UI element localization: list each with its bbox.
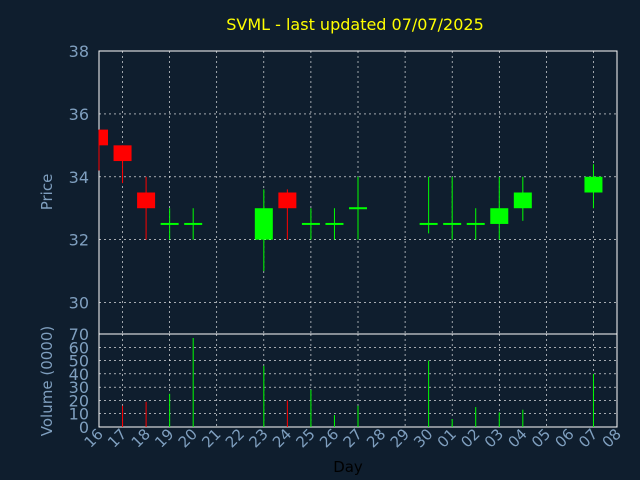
- x-tick-label: 18: [128, 425, 154, 451]
- chart-root: { "chart_data": { "type": "candlestick",…: [0, 0, 640, 480]
- x-tick-label: 05: [528, 425, 554, 451]
- price-tick-label: 30: [69, 294, 89, 313]
- candle: [184, 208, 203, 240]
- candle: [490, 176, 509, 240]
- candle-body: [490, 208, 509, 224]
- x-tick-label: 02: [457, 425, 483, 451]
- price-tick-label: 34: [69, 168, 89, 187]
- x-tick-label: 17: [104, 425, 130, 451]
- candle-body: [513, 192, 532, 209]
- candle: [254, 189, 273, 272]
- candle-body: [301, 222, 320, 225]
- price-axis-label: Price: [38, 174, 56, 211]
- candle-body: [349, 207, 367, 210]
- candle-body: [584, 176, 603, 193]
- x-tick-label: 06: [552, 425, 578, 451]
- candle-body: [137, 192, 156, 209]
- candle-body: [278, 192, 297, 209]
- x-tick-label: 26: [316, 425, 342, 451]
- x-tick-label: 20: [175, 425, 201, 451]
- candle-body: [184, 222, 203, 225]
- x-tick-label: 22: [222, 425, 248, 451]
- x-tick-label: 01: [434, 425, 460, 451]
- candle-body: [99, 129, 108, 146]
- candle: [98, 129, 108, 171]
- candle-body: [443, 222, 462, 225]
- candle-body: [113, 145, 132, 162]
- candle: [584, 164, 603, 209]
- chart-title: SVML - last updated 07/07/2025: [226, 15, 484, 34]
- x-tick-labels: 1617181920212223242526272829300102030405…: [81, 425, 625, 451]
- price-tick-label: 38: [69, 42, 89, 61]
- candle-body: [325, 222, 344, 225]
- x-tick-label: 19: [151, 425, 177, 451]
- candle-body: [419, 222, 438, 225]
- candle: [113, 145, 132, 184]
- x-tick-label: 04: [504, 425, 530, 451]
- candle-body: [466, 222, 485, 225]
- x-tick-label: 27: [340, 425, 366, 451]
- candle: [160, 208, 179, 240]
- x-tick-label: 28: [363, 425, 389, 451]
- x-tick-label: 23: [245, 425, 271, 451]
- x-tick-label: 25: [293, 425, 319, 451]
- x-tick-label: 03: [481, 425, 507, 451]
- candle: [349, 176, 367, 240]
- candle: [325, 208, 344, 240]
- x-axis-label: Day: [333, 458, 363, 476]
- candle: [443, 176, 462, 240]
- x-tick-label: 30: [410, 425, 436, 451]
- x-tick-label: 07: [575, 425, 601, 451]
- candle: [301, 208, 320, 240]
- candle: [466, 208, 485, 240]
- volume-tick-labels: 010203040506070: [69, 325, 89, 437]
- candle: [278, 189, 297, 240]
- x-tick-label: 21: [198, 425, 224, 451]
- x-tick-label: 29: [387, 425, 413, 451]
- candlestick-chart: SVML - last updated 07/07/2025 303234363…: [38, 15, 625, 476]
- candle-body: [254, 208, 273, 240]
- price-tick-label: 36: [69, 105, 89, 124]
- x-tick-label: 08: [599, 425, 625, 451]
- volume-axis-label: Volume (0000): [38, 326, 56, 436]
- price-tick-label: 32: [69, 231, 89, 250]
- candles: [98, 129, 603, 272]
- volume-tick-label: 70: [69, 325, 89, 344]
- price-tick-labels: 30 32 34 36 38: [69, 42, 89, 313]
- candle: [419, 176, 438, 234]
- candle: [137, 176, 156, 240]
- candle-body: [160, 222, 179, 225]
- volume-bars: [122, 337, 594, 427]
- candle: [513, 176, 532, 221]
- x-tick-label: 24: [269, 425, 295, 451]
